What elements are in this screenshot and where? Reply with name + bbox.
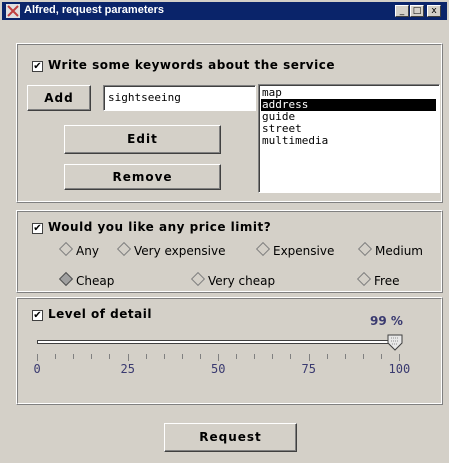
slider-tick bbox=[344, 354, 346, 359]
slider-tick bbox=[254, 354, 256, 359]
title-bar: Alfred, request parameters _ □ x bbox=[2, 2, 447, 20]
detail-percent: 99 % bbox=[370, 314, 403, 328]
radio-icon bbox=[190, 271, 206, 287]
slider-tick bbox=[326, 354, 328, 359]
slider-tick bbox=[272, 354, 274, 359]
slider-tick bbox=[199, 354, 201, 359]
slider-tick bbox=[91, 354, 93, 359]
slider-tick bbox=[218, 354, 219, 361]
radio-selected-icon bbox=[58, 271, 74, 287]
maximize-button[interactable]: □ bbox=[410, 5, 424, 17]
price-option-any[interactable]: Any bbox=[58, 241, 99, 258]
radio-icon bbox=[356, 271, 372, 287]
slider-scale-label: 100 bbox=[388, 362, 411, 376]
slider-scale-label: 25 bbox=[120, 362, 135, 376]
radio-icon bbox=[116, 241, 132, 257]
dialog-window: Alfred, request parameters _ □ x ✔ Write… bbox=[0, 0, 449, 463]
detail-label: Level of detail bbox=[48, 307, 152, 321]
slider-tick bbox=[37, 354, 38, 361]
price-option-very-expensive[interactable]: Very expensive bbox=[116, 241, 225, 258]
price-option-free[interactable]: Free bbox=[356, 271, 399, 288]
slider-scale-label: 75 bbox=[301, 362, 316, 376]
price-panel: ✔ Would you like any price limit? Any Ve… bbox=[16, 210, 443, 293]
price-label: Would you like any price limit? bbox=[48, 220, 272, 234]
edit-button[interactable]: Edit bbox=[64, 125, 221, 154]
keywords-panel: ✔ Write some keywords about the service … bbox=[16, 43, 443, 203]
keywords-checkbox[interactable]: ✔ bbox=[32, 61, 43, 72]
slider-tick bbox=[236, 354, 238, 359]
slider-tick bbox=[145, 354, 147, 359]
price-option-medium[interactable]: Medium bbox=[357, 241, 423, 258]
keyword-list[interactable]: map address guide street multimedia bbox=[258, 84, 440, 193]
keywords-label: Write some keywords about the service bbox=[48, 58, 335, 72]
slider-thumb[interactable] bbox=[387, 334, 403, 352]
java-app-icon bbox=[6, 4, 20, 18]
slider-tick bbox=[109, 354, 111, 359]
list-item[interactable]: multimedia bbox=[261, 135, 436, 147]
minimize-button[interactable]: _ bbox=[395, 5, 409, 17]
slider-tick bbox=[181, 354, 183, 359]
slider-tick bbox=[73, 354, 75, 359]
radio-icon bbox=[255, 241, 271, 257]
price-option-very-cheap[interactable]: Very cheap bbox=[190, 271, 275, 288]
slider-tick bbox=[55, 354, 57, 359]
add-button[interactable]: Add bbox=[27, 85, 91, 111]
close-button[interactable]: x bbox=[427, 5, 441, 17]
detail-panel: ✔ Level of detail 99 % 0 25 50 75 100 bbox=[16, 297, 443, 405]
slider-tick bbox=[290, 354, 292, 359]
remove-button[interactable]: Remove bbox=[64, 164, 221, 190]
slider-tick bbox=[399, 354, 400, 361]
slider-tick bbox=[127, 354, 129, 361]
detail-checkbox[interactable]: ✔ bbox=[32, 310, 43, 321]
slider-tick bbox=[308, 354, 310, 361]
radio-icon bbox=[357, 241, 373, 257]
radio-icon bbox=[58, 241, 74, 257]
price-checkbox[interactable]: ✔ bbox=[32, 223, 43, 234]
slider-scale-label: 50 bbox=[211, 362, 226, 376]
request-button[interactable]: Request bbox=[164, 423, 297, 452]
price-option-expensive[interactable]: Expensive bbox=[255, 241, 334, 258]
window-title: Alfred, request parameters bbox=[24, 4, 164, 16]
keyword-input[interactable]: sightseeing bbox=[103, 85, 256, 111]
slider-tick bbox=[380, 354, 382, 359]
slider-track bbox=[37, 340, 399, 344]
slider-scale-label: 0 bbox=[33, 362, 41, 376]
slider-tick bbox=[163, 354, 165, 359]
slider-tick bbox=[362, 354, 364, 359]
price-option-cheap[interactable]: Cheap bbox=[58, 271, 114, 288]
